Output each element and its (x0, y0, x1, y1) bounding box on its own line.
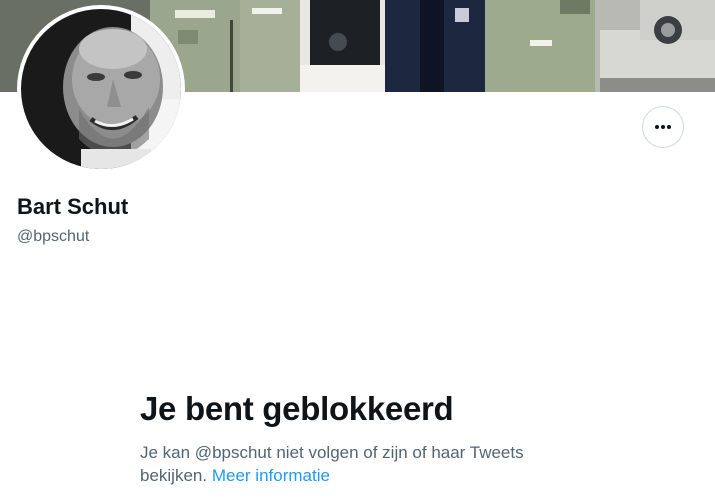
more-horizontal-icon (655, 125, 671, 129)
blocked-title: Je bent geblokkeerd (140, 390, 454, 427)
profile-avatar[interactable] (17, 5, 185, 173)
profile-handle: @bpschut (17, 228, 90, 245)
profile-page: Bart Schut @bpschut Je bent geblokkeerd … (0, 0, 715, 501)
blocked-description: Je kan @bpschut niet volgen of zijn of h… (140, 441, 580, 487)
more-options-button[interactable] (642, 106, 684, 148)
avatar-photo (21, 9, 181, 169)
profile-display-name: Bart Schut (17, 194, 129, 219)
blocked-description-text: Je kan @bpschut niet volgen of zijn of h… (140, 443, 524, 485)
learn-more-link[interactable]: Meer informatie (212, 466, 330, 485)
